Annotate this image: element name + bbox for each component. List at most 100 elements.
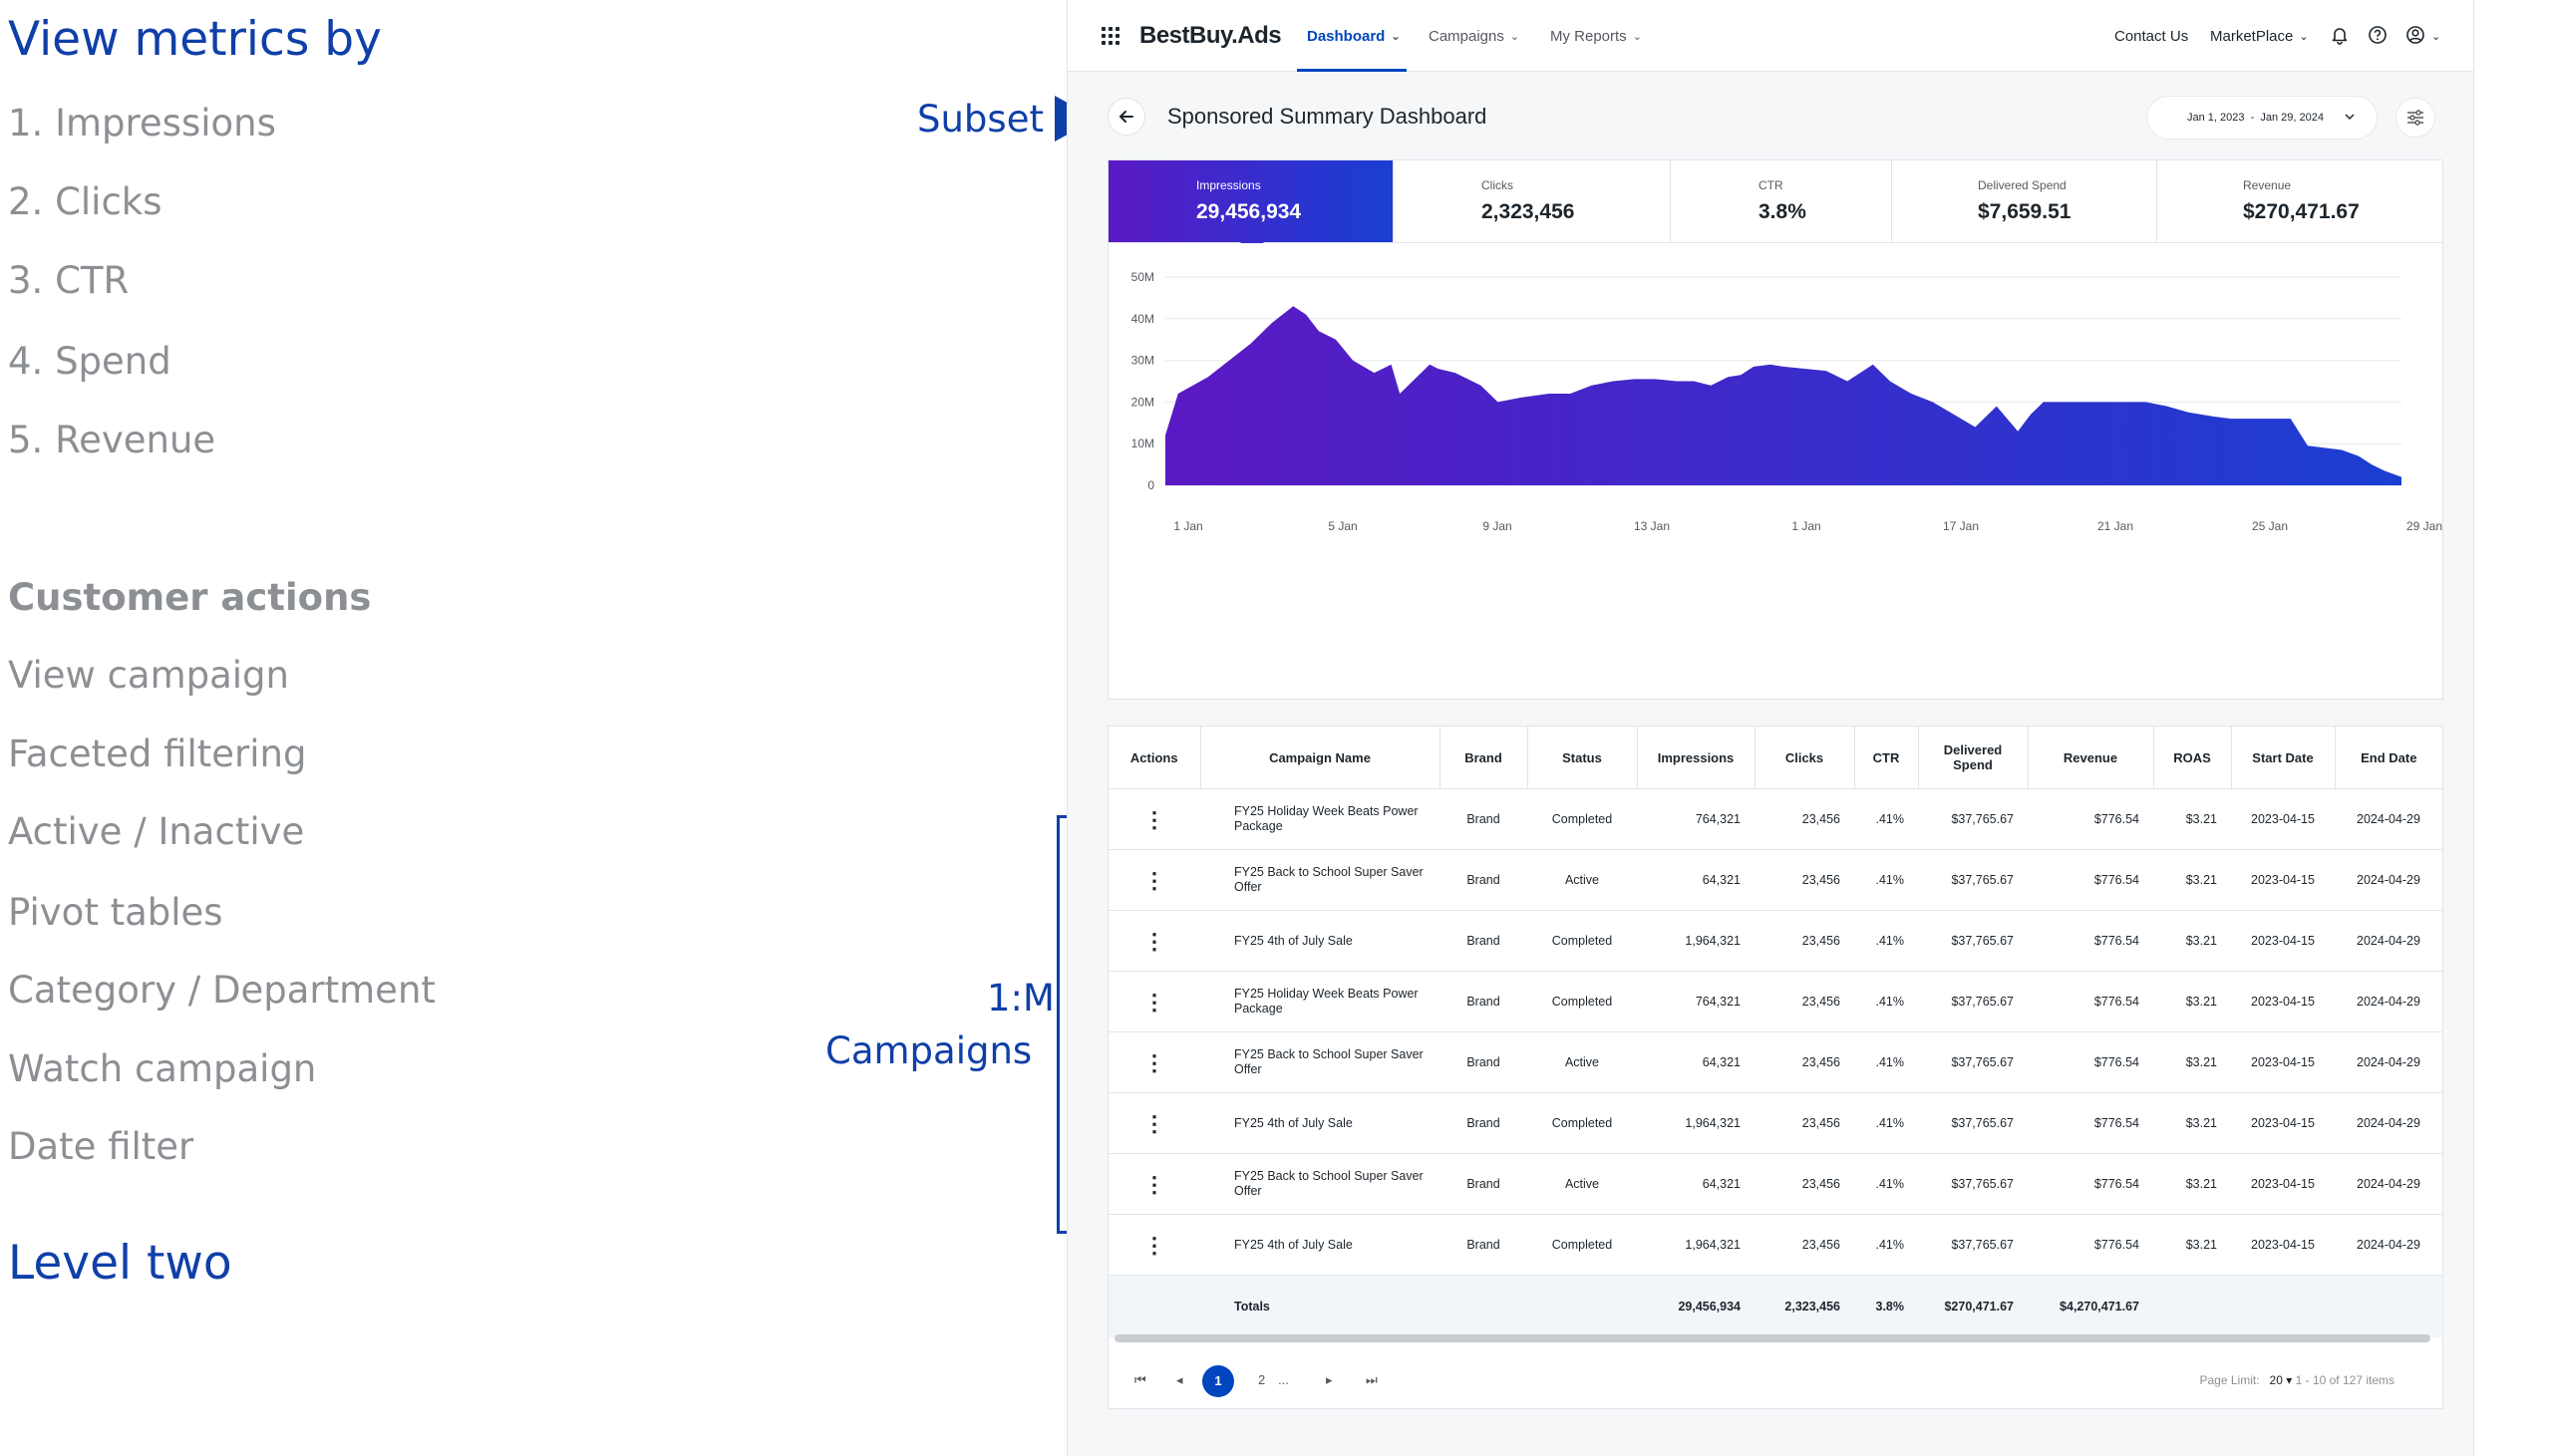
marketplace-menu[interactable]: MarketPlace ⌄ [2210, 0, 2309, 72]
metric-card-ctr[interactable]: CTR 3.8% [1671, 160, 1892, 242]
nav-my-reports[interactable]: My Reports ⌄ [1550, 0, 1642, 72]
column-header[interactable]: Revenue [2028, 727, 2154, 789]
page-limit-select[interactable]: 20 ▾ [2270, 1373, 2293, 1387]
campaign-name-cell[interactable]: FY25 4th of July Sale [1200, 1092, 1439, 1154]
empty-cell [2231, 1275, 2335, 1337]
back-button[interactable] [1108, 98, 1145, 136]
nav-campaigns[interactable]: Campaigns ⌄ [1429, 0, 1519, 72]
table-cell: $776.54 [2028, 1214, 2153, 1276]
column-header[interactable]: Status [1527, 727, 1638, 789]
table-cell: 2024-04-29 [2335, 1214, 2442, 1276]
table-row[interactable]: ⋮ FY25 Holiday Week Beats Power Package Br… [1109, 788, 2442, 850]
table-cell: 1,964,321 [1637, 910, 1754, 972]
level-heading: Level two [8, 1236, 232, 1291]
table-cell: .41% [1854, 1092, 1918, 1154]
row-actions-menu-icon[interactable]: ⋮ [1109, 1214, 1200, 1276]
campaign-name-cell[interactable]: FY25 Holiday Week Beats Power Package [1200, 971, 1439, 1032]
x-tick-label: 21 Jan [2097, 519, 2133, 533]
bell-icon[interactable] [2330, 25, 2350, 45]
campaign-name-cell[interactable]: FY25 Holiday Week Beats Power Package [1200, 788, 1439, 850]
campaign-name-cell[interactable]: FY25 4th of July Sale [1200, 910, 1439, 972]
table-cell: 64,321 [1637, 849, 1754, 911]
campaign-name-cell[interactable]: FY25 Back to School Super Saver Offer [1200, 1031, 1439, 1093]
brand-logo[interactable]: BestBuy.Ads [1139, 22, 1282, 50]
top-navigation-bar: BestBuy.Ads Dashboard ⌄ Campaigns ⌄ My R… [1068, 0, 2473, 72]
table-cell: Completed [1527, 910, 1637, 972]
metric-card-delivered-spend[interactable]: Delivered Spend $7,659.51 [1892, 160, 2157, 242]
previous-page-icon[interactable]: ◂ [1176, 1372, 1183, 1388]
metric-value: 3.8% [1758, 200, 1806, 223]
column-header[interactable]: Start Date [2231, 727, 2336, 789]
help-icon[interactable] [2368, 25, 2388, 45]
campaigns-table-card: Actions Campaign Name Brand Status Impressio… [1108, 726, 2443, 1409]
date-range-picker[interactable]: Jan 1, 2023 - Jan 29, 2024 [2146, 96, 2378, 140]
column-header[interactable]: Clicks [1754, 727, 1855, 789]
table-cell: Brand [1439, 788, 1527, 850]
page-1-button[interactable]: 1 [1202, 1365, 1234, 1397]
table-cell: $776.54 [2028, 1153, 2153, 1215]
row-actions-menu-icon[interactable]: ⋮ [1109, 910, 1200, 972]
column-header[interactable]: Campaign Name [1200, 727, 1440, 789]
row-actions-menu-icon[interactable]: ⋮ [1109, 849, 1200, 911]
metric-note-5: 5. Revenue [8, 419, 216, 461]
metric-card-clicks[interactable]: Clicks 2,323,456 [1394, 160, 1671, 242]
row-actions-menu-icon[interactable]: ⋮ [1109, 788, 1200, 850]
table-row[interactable]: ⋮ FY25 Back to School Super Saver Offer Br… [1109, 1153, 2442, 1215]
page-title: Sponsored Summary Dashboard [1167, 104, 1487, 129]
column-header[interactable]: CTR [1854, 727, 1919, 789]
impressions-area-series[interactable] [1165, 306, 2401, 485]
campaign-name-cell[interactable]: FY25 Back to School Super Saver Offer [1200, 1153, 1439, 1215]
metric-card-impressions[interactable]: Impressions 29,456,934 [1109, 160, 1394, 254]
action-note-7: Date filter [8, 1125, 194, 1168]
row-actions-menu-icon[interactable]: ⋮ [1109, 1153, 1200, 1215]
filter-settings-button[interactable] [2395, 98, 2435, 138]
metric-note-1: 1. Impressions [8, 102, 276, 145]
empty-cell [1109, 1275, 1200, 1337]
metric-card-revenue[interactable]: Revenue $270,471.67 [2157, 160, 2442, 242]
page-2-button[interactable]: 2 [1258, 1372, 1265, 1387]
first-page-icon[interactable]: ⏮ [1134, 1372, 1146, 1388]
table-cell: $3.21 [2153, 971, 2231, 1032]
column-header[interactable]: End Date [2335, 727, 2442, 789]
table-row[interactable]: ⋮ FY25 4th of July Sale Brand Completed 1,96… [1109, 1092, 2442, 1154]
table-cell: 1,964,321 [1637, 1214, 1754, 1276]
column-header[interactable]: Impressions [1637, 727, 1755, 789]
column-header[interactable]: Brand [1439, 727, 1528, 789]
column-header[interactable]: Delivered Spend [1918, 727, 2029, 789]
apps-grid-icon[interactable] [1102, 27, 1119, 45]
row-actions-menu-icon[interactable]: ⋮ [1109, 1092, 1200, 1154]
action-note-1: View campaign [8, 654, 289, 697]
next-page-icon[interactable]: ▸ [1326, 1372, 1333, 1388]
last-page-icon[interactable]: ⏭ [1366, 1372, 1378, 1388]
pagination-ellipsis: ... [1278, 1372, 1289, 1387]
y-tick-label: 0 [1147, 478, 1154, 492]
table-row[interactable]: ⋮ FY25 Holiday Week Beats Power Package Br… [1109, 971, 2442, 1032]
x-tick-label: 1 Jan [1791, 519, 1820, 533]
table-row[interactable]: ⋮ FY25 4th of July Sale Brand Completed 1,96… [1109, 910, 2442, 972]
row-actions-menu-icon[interactable]: ⋮ [1109, 971, 1200, 1032]
campaign-name-cell[interactable]: FY25 Back to School Super Saver Offer [1200, 849, 1439, 911]
column-header[interactable]: Actions [1109, 727, 1201, 789]
nav-dashboard[interactable]: Dashboard ⌄ [1297, 0, 1407, 72]
horizontal-scrollbar[interactable] [1115, 1334, 2430, 1342]
chevron-down-icon[interactable]: ⌄ [2431, 0, 2440, 72]
table-cell: $37,765.67 [1918, 971, 2028, 1032]
table-row[interactable]: ⋮ FY25 4th of July Sale Brand Completed 1,96… [1109, 1214, 2442, 1276]
campaigns-annotation: Campaigns [825, 1029, 1033, 1072]
column-header[interactable]: ROAS [2153, 727, 2232, 789]
campaign-name-cell[interactable]: FY25 4th of July Sale [1200, 1214, 1439, 1276]
table-cell: 2024-04-29 [2335, 910, 2442, 972]
table-cell: $37,765.67 [1918, 1153, 2028, 1215]
contact-us-link[interactable]: Contact Us [2114, 0, 2188, 72]
table-row[interactable]: ⋮ FY25 Back to School Super Saver Offer Br… [1109, 1031, 2442, 1093]
table-cell: 23,456 [1754, 910, 1854, 972]
account-icon[interactable] [2405, 25, 2425, 45]
totals-row: Totals 29,456,934 2,323,456 3.8% $270,471.67… [1109, 1275, 2442, 1337]
y-tick-label: 50M [1131, 270, 1154, 284]
area-chart-svg: 0 10M 20M 30M 40M 50M 1 Jan 5 Jan 9 Jan 13 Jan 1 … [1131, 270, 2442, 533]
table-cell: $3.21 [2153, 910, 2231, 972]
totals-cell: 3.8% [1854, 1275, 1918, 1337]
row-actions-menu-icon[interactable]: ⋮ [1109, 1031, 1200, 1093]
chevron-down-icon: ⌄ [1632, 30, 1642, 43]
table-row[interactable]: ⋮ FY25 Back to School Super Saver Offer Br… [1109, 849, 2442, 911]
